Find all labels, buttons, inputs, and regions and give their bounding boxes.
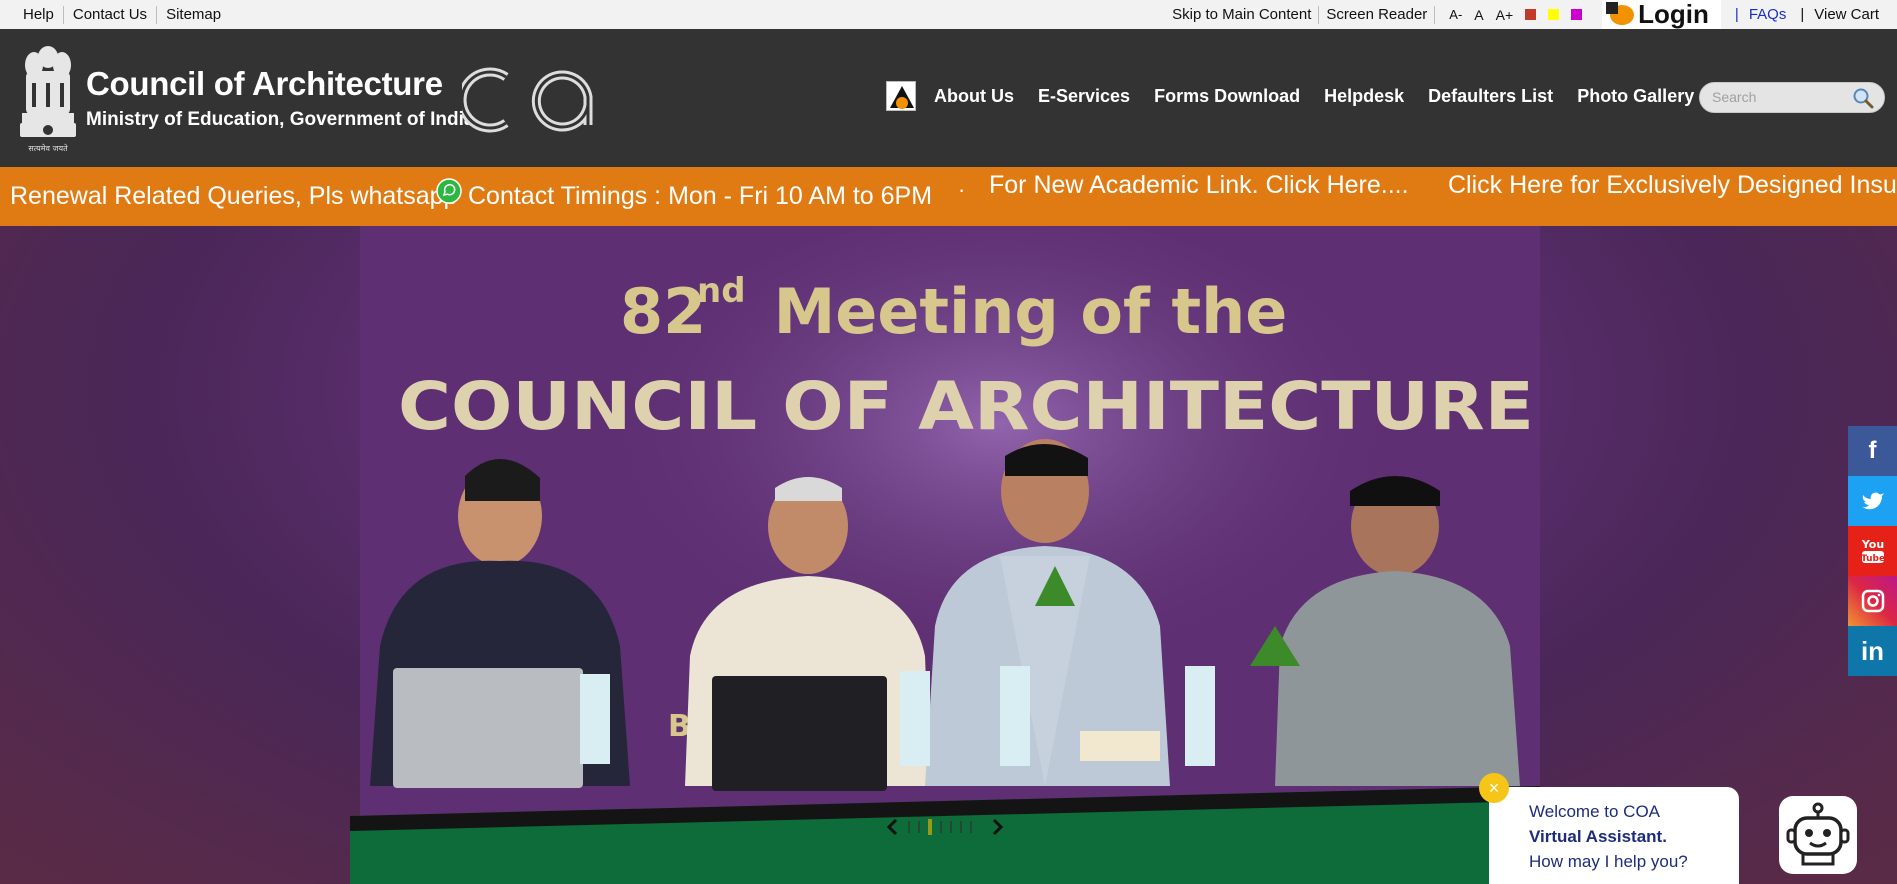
font-decrease-button[interactable]: A- (1449, 7, 1462, 22)
contact-us-link[interactable]: Contact Us (64, 5, 158, 24)
home-icon[interactable] (886, 81, 916, 111)
linkedin-icon[interactable]: in (1848, 626, 1897, 676)
help-link[interactable]: Help (14, 5, 64, 24)
slider-prev-icon[interactable] (886, 818, 898, 836)
ticker-separator: · (958, 177, 966, 202)
theme-yellow-swatch[interactable] (1548, 9, 1560, 20)
svg-text:Tube: Tube (1860, 554, 1884, 564)
view-cart-link[interactable]: View Cart (1814, 6, 1879, 23)
search-icon[interactable] (1852, 87, 1874, 109)
theme-magenta-swatch[interactable] (1571, 9, 1583, 20)
site-title[interactable]: Council of Architecture (86, 65, 443, 103)
nav-about-us[interactable]: About Us (934, 86, 1014, 107)
divider: | (1734, 6, 1739, 23)
hero-headline-sup: nd (697, 271, 746, 311)
chat-line-2: Virtual Assistant. (1529, 827, 1667, 846)
social-bar: f You Tube in (1848, 426, 1897, 676)
main-nav: About Us E-Services Forms Download Helpd… (886, 81, 1718, 111)
utility-right: Skip to Main Content Screen Reader A- A … (1165, 0, 1897, 29)
screen-reader-link[interactable]: Screen Reader (1319, 5, 1436, 24)
theme-red-swatch[interactable] (1525, 9, 1537, 20)
ca-logo-icon[interactable] (462, 65, 608, 135)
ticker-renewal-queries[interactable]: Renewal Related Queries, Pls whatsapp (10, 182, 457, 211)
youtube-icon[interactable]: You Tube (1848, 526, 1897, 576)
login-button[interactable]: Login (1602, 0, 1721, 29)
news-ticker: Renewal Related Queries, Pls whatsapp Co… (0, 167, 1897, 226)
instagram-icon[interactable] (1848, 576, 1897, 626)
facebook-icon[interactable]: f (1848, 426, 1897, 476)
utility-bar: Help Contact Us Sitemap Skip to Main Con… (0, 0, 1897, 29)
nav-defaulters-list[interactable]: Defaulters List (1428, 86, 1553, 107)
skip-to-main-content-link[interactable]: Skip to Main Content (1165, 5, 1320, 24)
hero-headline-line2: COUNCIL OF ARCHITECTURE (398, 368, 1534, 445)
font-normal-button[interactable]: A (1474, 7, 1483, 23)
login-label: Login (1638, 0, 1709, 29)
chat-bubble[interactable]: Welcome to COA Virtual Assistant. How ma… (1489, 787, 1739, 884)
login-icon (1606, 1, 1635, 25)
ticker-insurance-link[interactable]: Click Here for Exclusively Designed Insu… (1448, 171, 1897, 200)
nav-forms-download[interactable]: Forms Download (1154, 86, 1300, 107)
divider: | (1800, 6, 1805, 23)
svg-text:You: You (1860, 538, 1883, 551)
utility-links: Help Contact Us Sitemap (14, 0, 230, 29)
site-header: सत्यमेव जयते Council of Architecture Min… (0, 29, 1897, 167)
hero-slider: 82 nd Meeting of the COUNCIL OF ARCHITEC… (0, 226, 1897, 884)
whatsapp-icon[interactable] (436, 178, 462, 204)
emblem-caption: सत्यमेव जयते (28, 143, 68, 153)
font-increase-button[interactable]: A+ (1496, 7, 1514, 23)
hero-headline-rest: Meeting of the (752, 275, 1287, 348)
slider-pager[interactable] (908, 819, 972, 835)
nav-e-services[interactable]: E-Services (1038, 86, 1130, 107)
site-subtitle: Ministry of Education, Government of Ind… (86, 109, 475, 130)
chat-line-3: How may I help you? (1529, 852, 1688, 871)
chat-close-icon[interactable]: × (1479, 773, 1509, 803)
hero-headline-number: 82 (620, 275, 706, 348)
ticker-academic-link[interactable]: For New Academic Link. Click Here.... (989, 171, 1409, 200)
faqs-link[interactable]: FAQs (1749, 6, 1787, 23)
nav-helpdesk[interactable]: Helpdesk (1324, 86, 1404, 107)
slider-next-icon[interactable] (992, 818, 1004, 836)
twitter-icon[interactable] (1848, 476, 1897, 526)
search-box (1699, 82, 1885, 113)
national-emblem-icon[interactable]: सत्यमेव जयते (16, 43, 80, 155)
nav-photo-gallery[interactable]: Photo Gallery (1577, 86, 1694, 107)
chat-line-1: Welcome to COA (1529, 802, 1661, 821)
ticker-contact-timings: Contact Timings : Mon - Fri 10 AM to 6PM (468, 182, 933, 210)
sitemap-link[interactable]: Sitemap (157, 6, 230, 24)
search-input[interactable] (1710, 88, 1850, 106)
chatbot-icon[interactable] (1779, 796, 1857, 874)
hero-slide-image: 82 nd Meeting of the COUNCIL OF ARCHITEC… (350, 226, 1540, 884)
